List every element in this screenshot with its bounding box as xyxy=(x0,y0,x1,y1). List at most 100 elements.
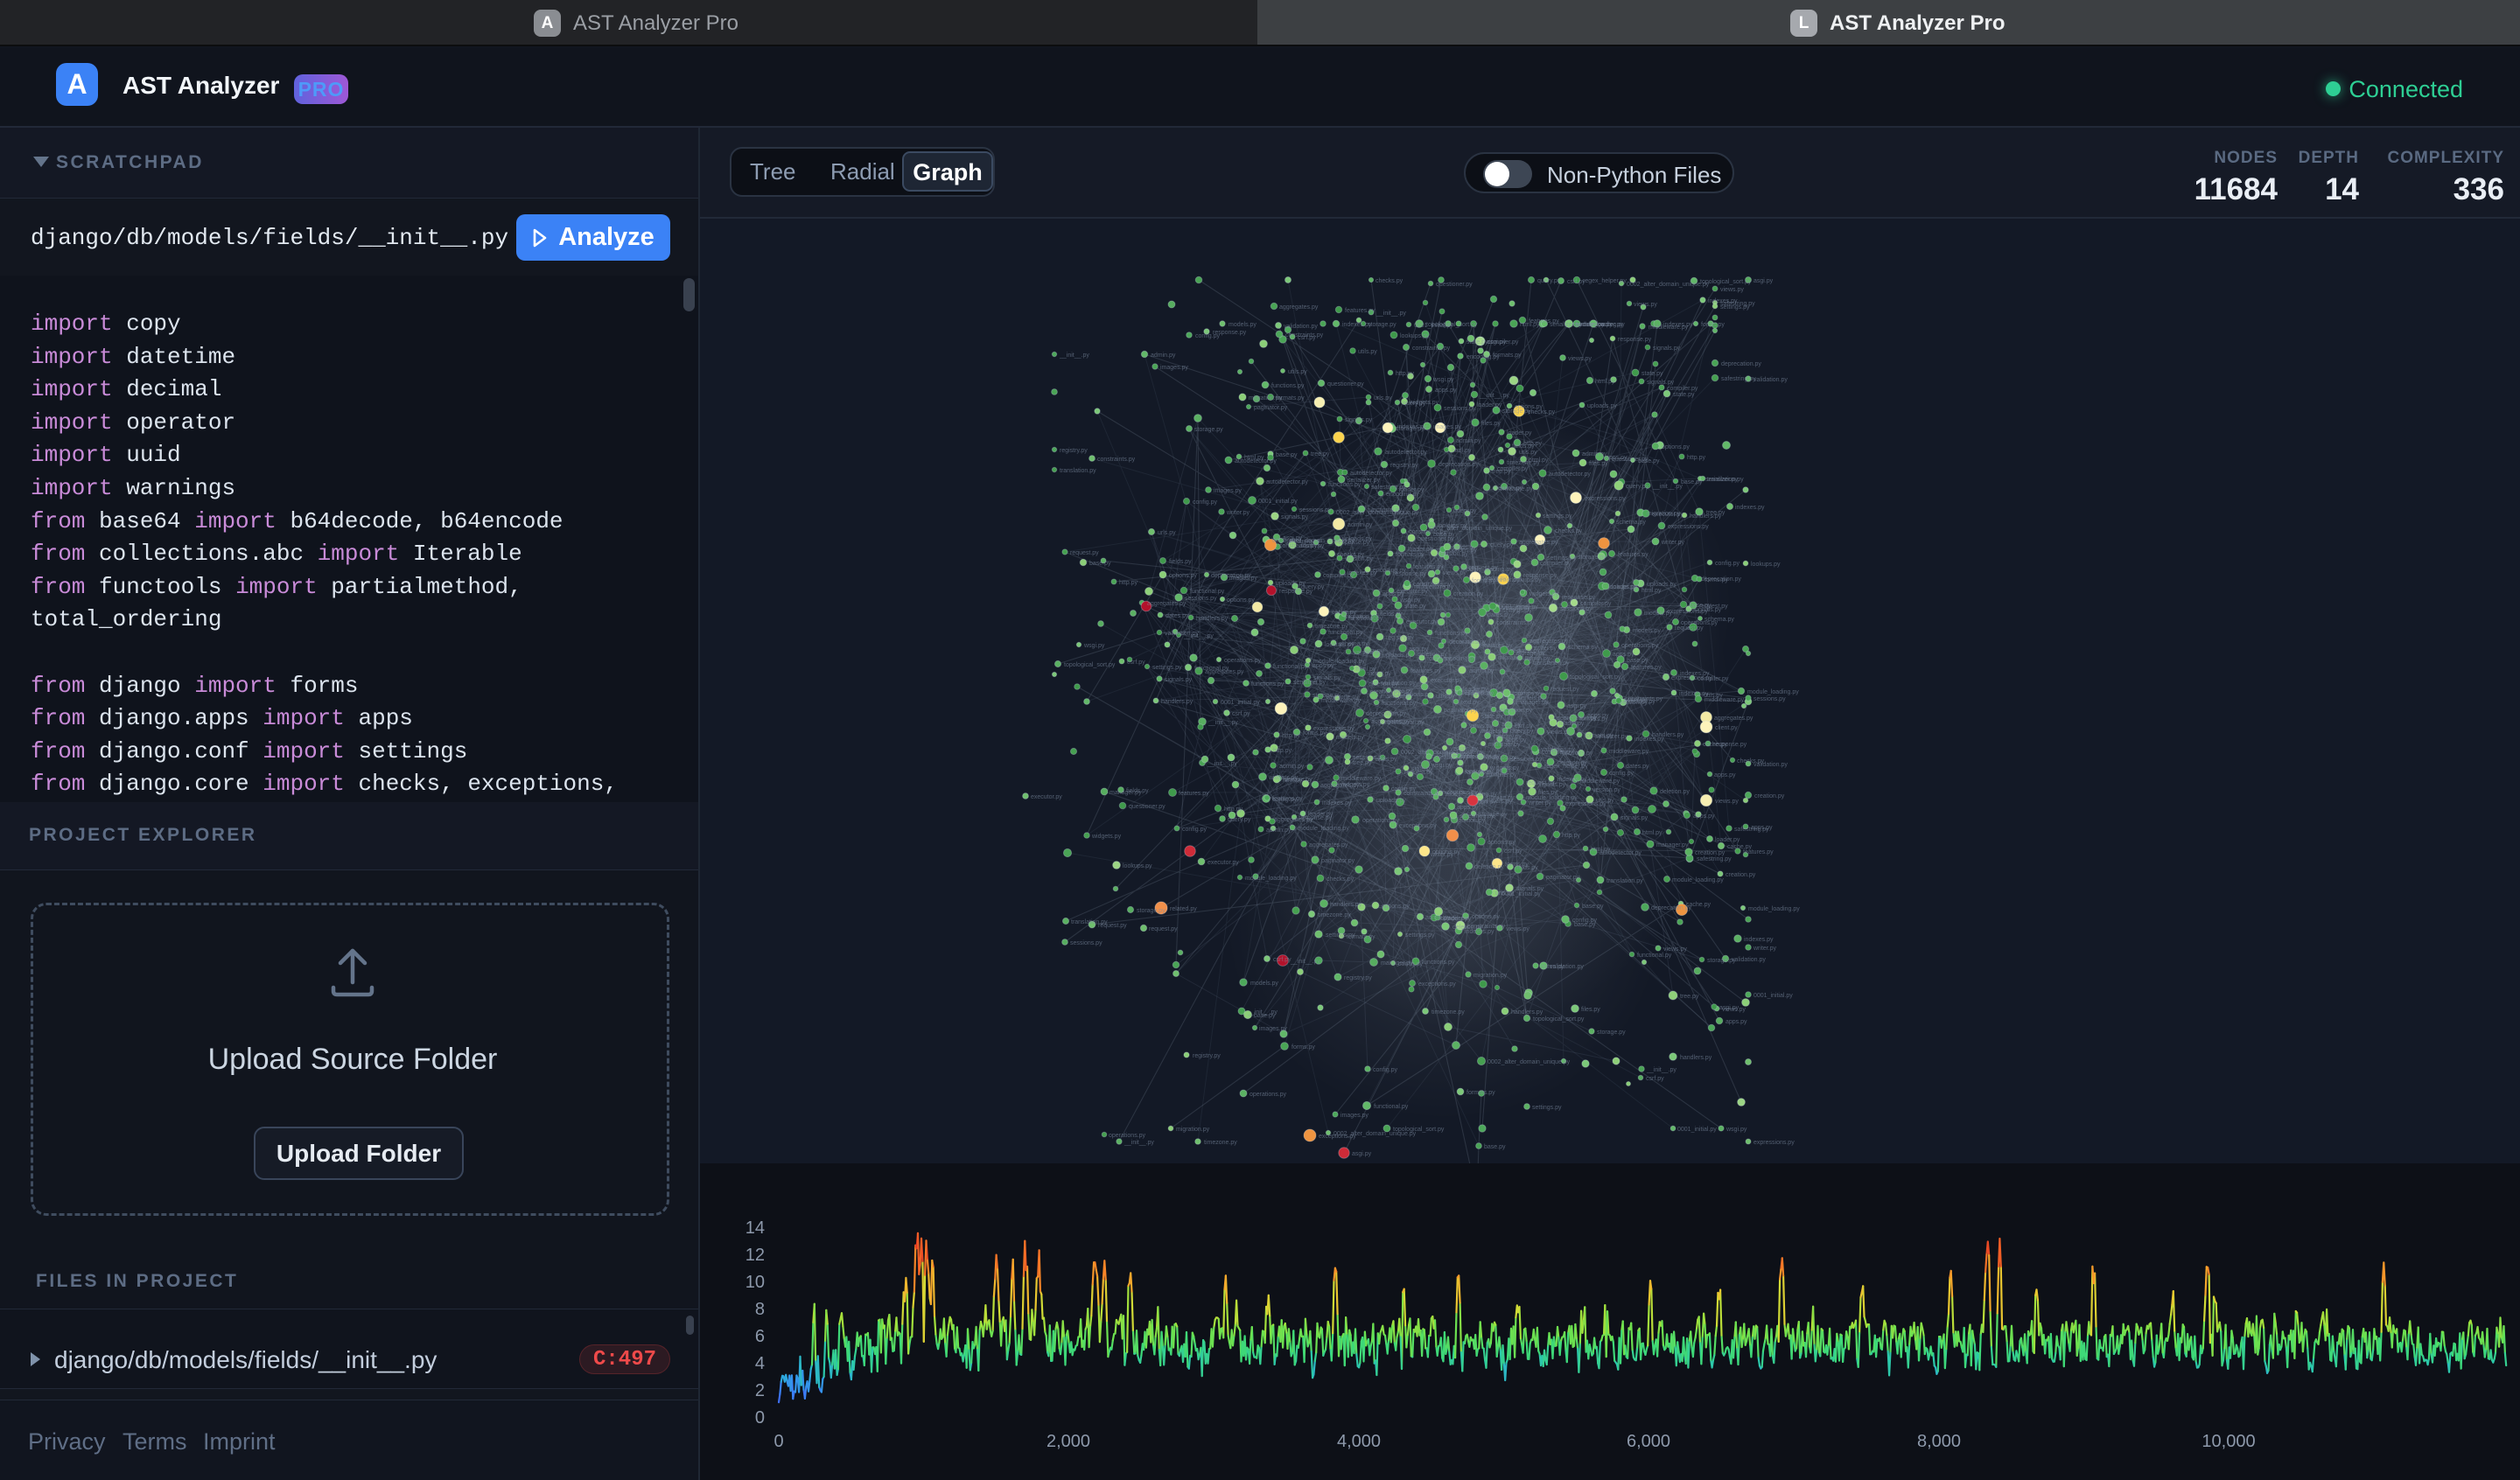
svg-text:utils.py: utils.py xyxy=(1288,369,1307,375)
svg-text:constraints.py: constraints.py xyxy=(1467,924,1506,930)
svg-text:functional.py: functional.py xyxy=(1382,701,1417,707)
svg-text:handlers.py: handlers.py xyxy=(1690,513,1722,520)
svg-text:constraints.py: constraints.py xyxy=(1496,620,1535,626)
svg-text:query.py: query.py xyxy=(1490,542,1514,548)
svg-text:http.py: http.py xyxy=(1396,371,1415,377)
svg-text:settings.py: settings.py xyxy=(1532,1105,1562,1111)
svg-text:client.py: client.py xyxy=(1715,725,1738,731)
svg-text:functional.py: functional.py xyxy=(1348,616,1383,622)
svg-text:constraints.py: constraints.py xyxy=(1412,346,1451,352)
svg-text:creation.py: creation.py xyxy=(1453,591,1484,597)
svg-text:validation.py: validation.py xyxy=(1284,324,1318,330)
svg-text:urls.py: urls.py xyxy=(1158,530,1176,536)
svg-text:admin.py: admin.py xyxy=(1266,827,1292,834)
svg-text:apps.py: apps.py xyxy=(1435,387,1457,394)
svg-text:exceptions.py: exceptions.py xyxy=(1399,823,1437,829)
svg-text:http.py: http.py xyxy=(1273,748,1292,754)
svg-text:questioner.py: questioner.py xyxy=(1129,804,1166,810)
svg-text:storage.py: storage.py xyxy=(1368,322,1396,328)
svg-text:uploads.py: uploads.py xyxy=(1647,582,1676,588)
svg-text:14: 14 xyxy=(746,1218,765,1238)
svg-text:wsgi.py: wsgi.py xyxy=(1726,1127,1747,1133)
svg-text:migration.py: migration.py xyxy=(1176,1127,1210,1133)
svg-text:module_loading.py: module_loading.py xyxy=(1245,876,1297,882)
svg-text:utils.py: utils.py xyxy=(1436,694,1455,700)
svg-text:loader.py: loader.py xyxy=(1477,402,1502,408)
svg-text:manager.py: manager.py xyxy=(1516,700,1549,706)
svg-text:sessions.py: sessions.py xyxy=(1070,940,1102,946)
svg-text:widgets.py: widgets.py xyxy=(1340,782,1370,788)
svg-text:config.py: config.py xyxy=(1182,827,1208,833)
svg-text:executor.py: executor.py xyxy=(1624,699,1656,705)
svg-text:apps.py: apps.py xyxy=(1714,772,1736,778)
svg-text:operations.py: operations.py xyxy=(1224,658,1262,664)
svg-text:__init__.py: __init__.py xyxy=(1208,720,1238,726)
svg-text:executor.py: executor.py xyxy=(1208,860,1239,866)
svg-text:aggregates.py: aggregates.py xyxy=(1519,540,1558,546)
svg-text:sessions.py: sessions.py xyxy=(1185,596,1217,602)
svg-text:base.py: base.py xyxy=(1638,458,1660,464)
svg-text:10: 10 xyxy=(746,1273,765,1292)
svg-text:serializer.py: serializer.py xyxy=(1348,478,1380,484)
svg-text:functions.py: functions.py xyxy=(1435,631,1468,637)
svg-text:http.py: http.py xyxy=(1687,455,1706,461)
svg-text:response.py: response.py xyxy=(1279,589,1313,595)
svg-text:aggregates.py: aggregates.py xyxy=(1530,639,1569,645)
svg-text:signals.py: signals.py xyxy=(1165,677,1193,683)
svg-text:module_loading.py: module_loading.py xyxy=(1748,906,1800,912)
svg-text:0001_initial.py: 0001_initial.py xyxy=(1677,1127,1717,1133)
svg-text:registry.py: registry.py xyxy=(1060,448,1088,454)
svg-text:executor.py: executor.py xyxy=(1431,678,1462,684)
svg-text:schema.py: schema.py xyxy=(1568,645,1598,651)
svg-text:options.py: options.py xyxy=(1382,904,1410,910)
svg-text:formats.py: formats.py xyxy=(1466,1090,1495,1096)
svg-text:base.py: base.py xyxy=(1089,561,1111,567)
svg-text:safestring.py: safestring.py xyxy=(1460,813,1494,820)
svg-text:__init__.py: __init__.py xyxy=(1376,311,1406,317)
svg-text:handlers.py: handlers.py xyxy=(1161,699,1194,705)
svg-text:storage.py: storage.py xyxy=(1137,908,1166,914)
svg-text:autodetector.py: autodetector.py xyxy=(1549,471,1591,478)
svg-text:admin.py: admin.py xyxy=(1279,764,1305,770)
svg-text:__init__.py: __init__.py xyxy=(1183,633,1214,639)
svg-text:storage.py: storage.py xyxy=(1597,1030,1626,1036)
svg-text:files.py: files.py xyxy=(1589,461,1608,467)
svg-text:executor.py: executor.py xyxy=(1652,512,1684,518)
svg-text:asgi.py: asgi.py xyxy=(1719,1005,1740,1011)
svg-text:views.py: views.py xyxy=(1483,576,1507,582)
svg-text:wsgi.py: wsgi.py xyxy=(1399,597,1421,604)
svg-text:html.py: html.py xyxy=(1356,667,1376,673)
svg-text:html.py: html.py xyxy=(1452,448,1472,454)
svg-text:models.py: models.py xyxy=(1336,735,1364,741)
svg-text:state.py: state.py xyxy=(1411,766,1433,772)
svg-text:query.py: query.py xyxy=(1510,729,1534,735)
svg-text:validation.py: validation.py xyxy=(1754,377,1788,383)
svg-text:config.py: config.py xyxy=(1715,561,1740,567)
svg-text:creation.py: creation.py xyxy=(1493,485,1523,492)
svg-text:aggregates.py: aggregates.py xyxy=(1147,601,1186,607)
svg-text:tree.py: tree.py xyxy=(1353,760,1372,766)
svg-text:validation.py: validation.py xyxy=(1732,957,1766,963)
svg-text:options.py: options.py xyxy=(1472,914,1500,920)
svg-text:uploads.py: uploads.py xyxy=(1376,798,1406,804)
svg-text:admin.py: admin.py xyxy=(1456,438,1481,444)
svg-text:compiler.py: compiler.py xyxy=(1698,676,1729,682)
svg-text:http.py: http.py xyxy=(1224,806,1243,813)
svg-text:functions.py: functions.py xyxy=(1422,960,1455,966)
svg-text:handlers.py: handlers.py xyxy=(1652,732,1684,738)
svg-text:deprecation.py: deprecation.py xyxy=(1557,716,1597,722)
svg-text:http.py: http.py xyxy=(1523,441,1543,447)
svg-text:middleware.py: middleware.py xyxy=(1648,325,1689,331)
svg-text:state.py: state.py xyxy=(1481,714,1503,720)
svg-text:html.py: html.py xyxy=(1642,588,1662,594)
svg-text:response.py: response.py xyxy=(1562,595,1596,601)
svg-text:apps.py: apps.py xyxy=(1613,652,1634,658)
svg-text:features.py: features.py xyxy=(1410,668,1441,674)
svg-text:state.py: state.py xyxy=(1466,339,1488,346)
svg-text:request.py: request.py xyxy=(1511,648,1540,654)
svg-text:base.py: base.py xyxy=(1276,452,1298,458)
svg-text:2: 2 xyxy=(755,1381,765,1400)
svg-text:state.py: state.py xyxy=(1642,371,1663,377)
svg-text:lookups.py: lookups.py xyxy=(1400,333,1430,339)
svg-text:expressions.py: expressions.py xyxy=(1565,801,1606,807)
